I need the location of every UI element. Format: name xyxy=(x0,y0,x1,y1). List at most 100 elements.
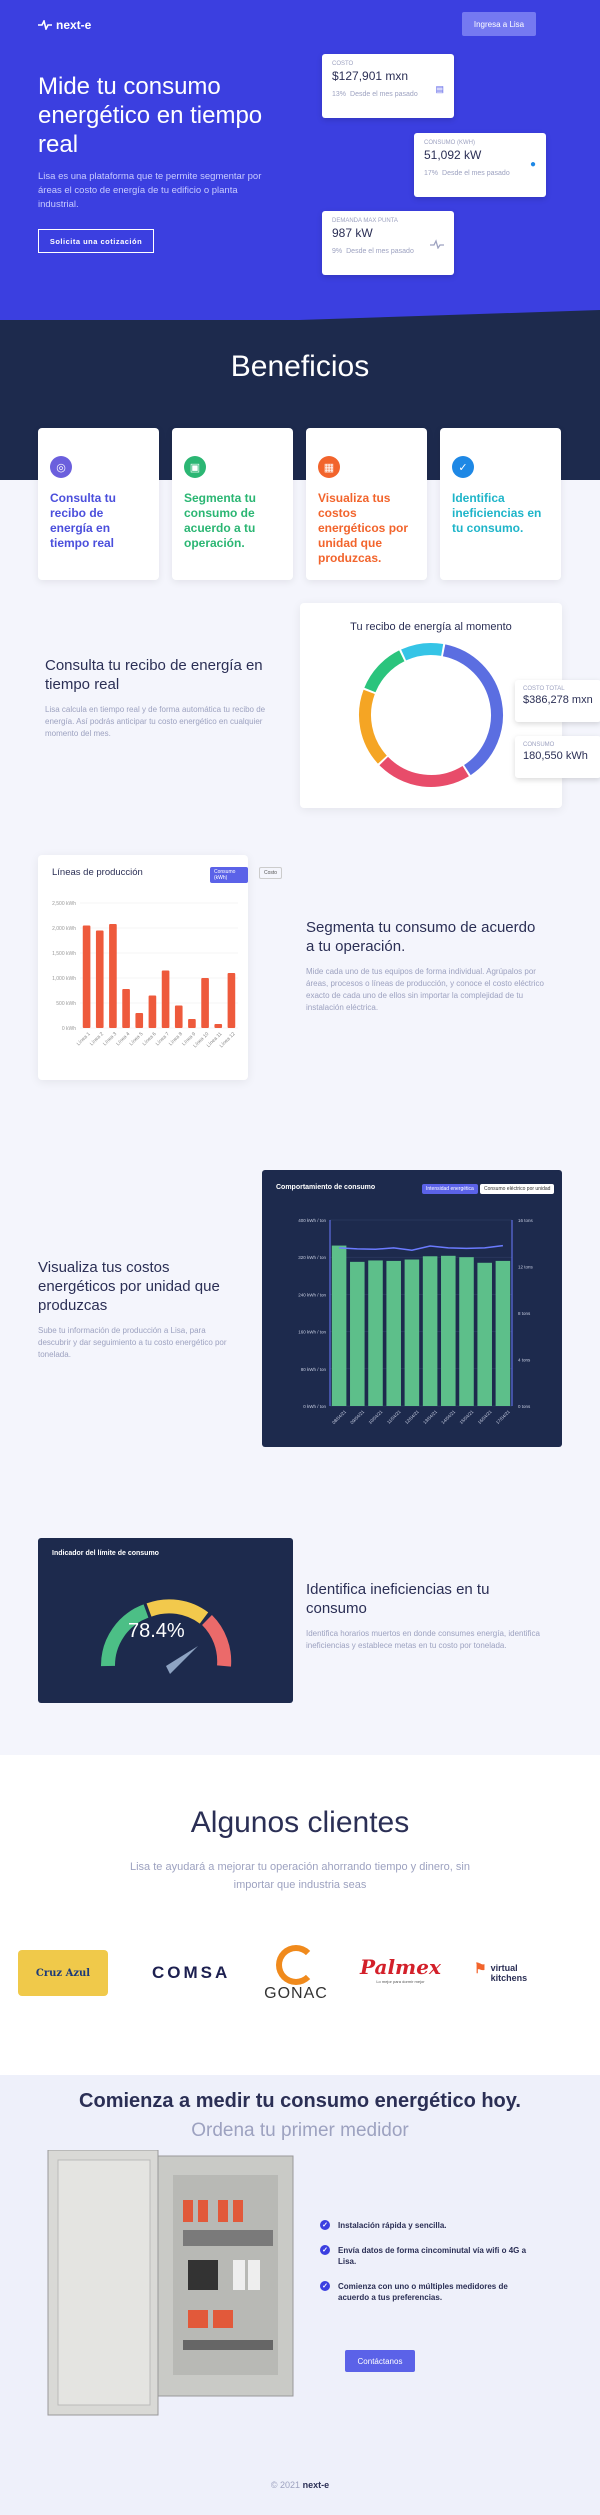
cta-title: Comienza a medir tu consumo energético h… xyxy=(79,2090,521,2112)
brand-logo[interactable]: next-e xyxy=(38,18,91,32)
bar xyxy=(386,1260,401,1406)
money-icon: ▤ xyxy=(435,84,444,94)
bar xyxy=(174,1005,183,1028)
client-logo-palmex: Palmex Lo mejor para dormir mejor xyxy=(360,1955,441,1984)
total-cost-value: $386,278 mxn xyxy=(523,694,593,706)
bar xyxy=(161,970,170,1028)
quote-button[interactable]: Solicita una cotización xyxy=(38,229,154,253)
consumption-label: Consumo xyxy=(523,742,555,748)
tab-unit-consumption[interactable]: Consumo eléctrico por unidad xyxy=(480,1184,555,1194)
consumption-combo-chart: 0 kWh / ton 80 kWh / ton 160 kWh / ton 240 … xyxy=(298,1218,533,1425)
hero-title: Mide tu consumo energético en tiempo rea… xyxy=(38,73,263,158)
tab-consumption[interactable]: Consumo (kWh) xyxy=(210,867,248,883)
bar xyxy=(201,978,209,1028)
metric-card-consumption: Consumo (KWh) 51,092 kW 17% Desde el mes … xyxy=(414,133,546,197)
briefcase-icon: ▣ xyxy=(184,456,206,478)
metric-note: Desde el mes pasado xyxy=(442,170,510,177)
bar xyxy=(214,1024,223,1028)
bar xyxy=(368,1260,383,1406)
receipt-icon: ◎ xyxy=(50,456,72,478)
y-tick-label: 160 kWh / ton xyxy=(298,1330,326,1335)
metric-pct: 9% xyxy=(332,248,343,255)
y-tick-label: 1,500 kWh xyxy=(52,951,76,957)
consumption-value: 180,550 kWh xyxy=(523,750,588,762)
check-circle-icon: ✓ xyxy=(320,2245,330,2255)
x-tick-label: 12/04/21 xyxy=(404,1409,420,1425)
donut-slice xyxy=(359,689,387,764)
metric-card-demand: Demanda max punta 987 kW 9% Desde el mes … xyxy=(322,211,454,275)
bar xyxy=(441,1255,456,1406)
section-text: Sube tu información de producción a Lisa… xyxy=(38,1326,227,1359)
benefit-card-receipt: ◎ Consulta tu recibo de energía en tiemp… xyxy=(38,428,159,580)
gauge-needle xyxy=(166,1646,198,1674)
chart-title: Indicador del límite de consumo xyxy=(52,1550,159,1557)
y2-tick-label: 4 tons xyxy=(518,1358,531,1363)
cta-subtitle: Ordena tu primer medidor xyxy=(191,2120,409,2141)
clients-title: Algunos clientes xyxy=(190,1806,410,1839)
metric-pct: 13% xyxy=(332,91,347,98)
bullet-item: ✓ Comienza con uno o múltiples medidores … xyxy=(320,2281,530,2303)
consumption-behavior-panel: Comportamiento de consumo Intensidad ene… xyxy=(262,1170,562,1447)
x-tick-label: 09/04/21 xyxy=(349,1409,365,1425)
y-tick-label: 1,000 kWh xyxy=(52,976,76,982)
section-inefficiencies: Identifica ineficiencias en tu consumo I… xyxy=(306,1580,546,1652)
section-text: Mide cada uno de tus equipos de forma in… xyxy=(306,967,544,1012)
production-bar-chart: 0 kWh 500 kWh 1,000 kWh 1,500 kWh 2,000 kWh 2… xyxy=(52,901,238,1049)
section-costs: Visualiza tus costos energéticos por uni… xyxy=(38,1258,238,1361)
contact-button[interactable]: Contáctanos xyxy=(345,2350,415,2372)
chart-icon: ▦ xyxy=(318,456,340,478)
bullet-item: ✓ Instalación rápida y sencilla. xyxy=(320,2220,530,2231)
bar xyxy=(422,1256,438,1406)
y2-tick-label: 0 tons xyxy=(518,1404,531,1409)
metric-label: Consumo (KWh) xyxy=(424,140,475,146)
metric-card-cost: Costo $127,901 mxn 13% Desde el mes pasad… xyxy=(322,54,454,118)
metric-value: $127,901 mxn xyxy=(332,69,409,83)
meter-cabinet-image xyxy=(47,2150,294,2416)
section-title: Consulta tu recibo de energía en tiempo … xyxy=(45,657,263,693)
bar xyxy=(350,1261,365,1406)
client-logo-cruz-azul: Cruz Azul xyxy=(18,1950,108,1996)
bar xyxy=(135,1013,144,1028)
section-text: Identifica horarios muertos en donde con… xyxy=(306,1629,540,1650)
knife-fork-icon: ⚑ xyxy=(474,1960,487,1976)
total-cost-label: Costo total xyxy=(523,686,565,692)
series-line xyxy=(339,1244,503,1251)
y-tick-label: 500 kWh xyxy=(56,1001,76,1007)
bar xyxy=(459,1257,474,1406)
bar xyxy=(477,1262,492,1406)
section-receipt: Consulta tu recibo de energía en tiempo … xyxy=(45,656,270,740)
bar xyxy=(227,973,236,1028)
benefit-card-costs: ▦ Visualiza tus costos energéticos por u… xyxy=(306,428,427,580)
footer: © 2021 next-e xyxy=(0,2480,600,2490)
tab-cost[interactable]: Costo xyxy=(259,867,283,879)
tab-energy-intensity[interactable]: Intensidad energética xyxy=(422,1184,478,1194)
bullet-item: ✓ Envía datos de forma cincominutal vía w… xyxy=(320,2245,530,2267)
metric-label: Demanda max punta xyxy=(332,218,398,224)
bar xyxy=(331,1245,347,1406)
benefit-text: Identifica ineficiencias en tu consumo. xyxy=(452,491,542,535)
y-tick-label: 80 kWh / ton xyxy=(301,1367,327,1372)
metric-value: 51,092 kW xyxy=(424,148,482,162)
bar xyxy=(148,995,157,1028)
footer-brand[interactable]: next-e xyxy=(303,2480,330,2490)
metric-pct: 17% xyxy=(424,170,439,177)
login-button[interactable]: Ingresa a Lisa xyxy=(462,12,536,36)
benefit-text: Segmenta tu consumo de acuerdo a tu oper… xyxy=(184,491,257,550)
metric-label: Costo xyxy=(332,61,354,67)
x-tick-label: 13/04/21 xyxy=(422,1409,438,1425)
chart-title: Comportamiento de consumo xyxy=(276,1184,376,1191)
y-tick-label: 2,000 kWh xyxy=(52,926,76,932)
section-title: Visualiza tus costos energéticos por uni… xyxy=(38,1259,220,1314)
x-tick-label: 16/04/21 xyxy=(477,1409,493,1425)
x-tick-label: 10/04/21 xyxy=(368,1409,384,1425)
clients-section xyxy=(0,1755,600,2075)
y-tick-label: 400 kWh / ton xyxy=(298,1218,326,1223)
metric-note: Desde el mes pasado xyxy=(346,248,414,255)
donut-slice xyxy=(364,650,405,693)
brand-icon xyxy=(38,20,52,30)
gonac-emblem xyxy=(276,1945,316,1985)
section-text: Lisa calcula en tiempo real y de forma a… xyxy=(45,705,266,738)
donut-slice xyxy=(379,756,469,787)
x-tick-label: 15/04/21 xyxy=(459,1409,475,1425)
section-title: Segmenta tu consumo de acuerdo a tu oper… xyxy=(306,919,536,955)
